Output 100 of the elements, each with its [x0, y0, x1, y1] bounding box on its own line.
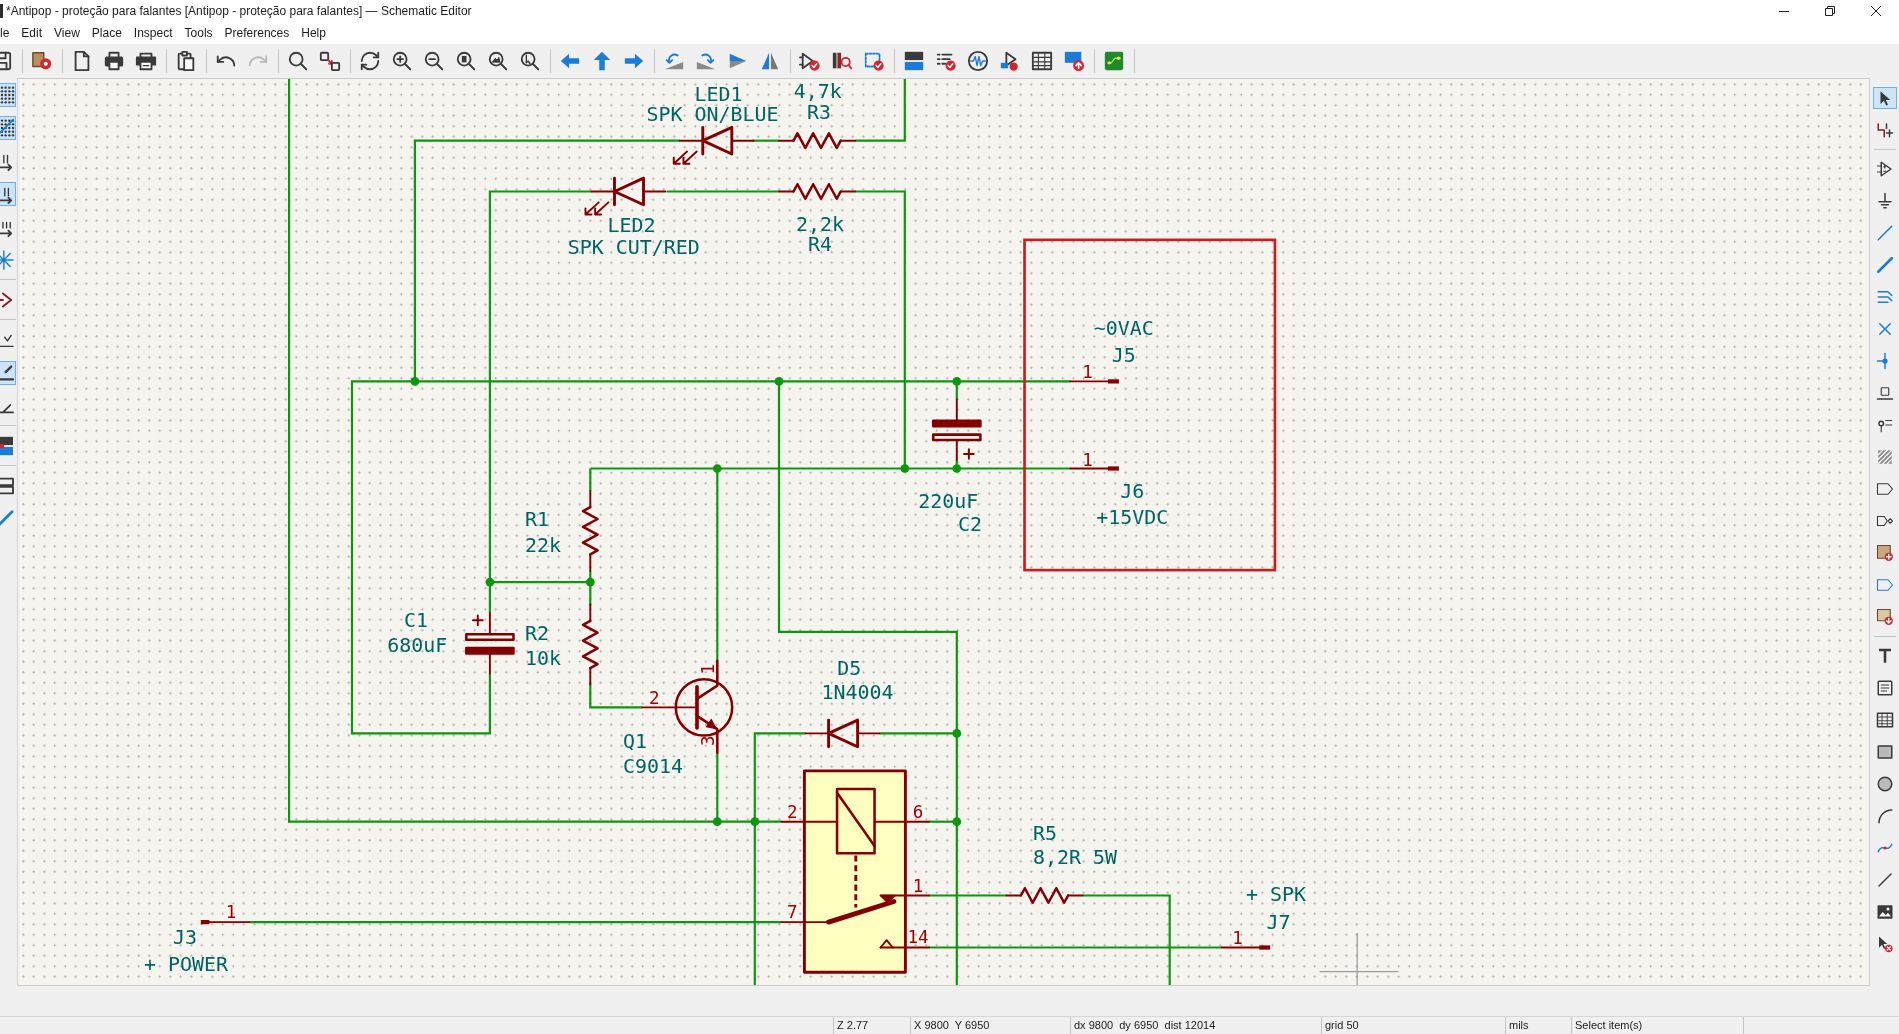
- value-label: 2,2k: [796, 212, 845, 237]
- save-icon[interactable]: [0, 50, 13, 72]
- menu-item[interactable]: Inspect: [127, 24, 179, 42]
- pin-number: 1: [1082, 361, 1093, 382]
- refresh-icon[interactable]: [359, 50, 381, 72]
- chip-check-icon[interactable]: [863, 50, 885, 72]
- pin-number: 1: [912, 875, 924, 896]
- pin-number: 14: [907, 926, 929, 947]
- status-text: X 9800 Y 6950: [914, 1018, 990, 1034]
- reference-label: J5: [1111, 342, 1136, 367]
- value-label: SPK CUT/RED: [567, 235, 700, 260]
- junction-icon: [774, 377, 784, 386]
- zoom-objects-icon[interactable]: [487, 50, 509, 72]
- value-label: + POWER: [143, 952, 228, 977]
- line-mode-icon[interactable]: [0, 360, 16, 385]
- junction-icon: [750, 817, 760, 827]
- reference-label: R2: [524, 621, 549, 645]
- plotter-icon[interactable]: [135, 50, 157, 72]
- amplifier-check-icon[interactable]: [799, 50, 821, 72]
- connector-pin: [1069, 466, 1119, 471]
- restore-icon[interactable]: [1825, 6, 1835, 16]
- value-label: +15VDC: [1096, 504, 1169, 529]
- junction-icon: [952, 377, 962, 386]
- component-gear-icon[interactable]: [31, 50, 53, 72]
- table-icon[interactable]: [1031, 50, 1053, 72]
- status-text: Z 2.77: [837, 1018, 869, 1034]
- value-label: 680uF: [387, 633, 448, 658]
- window-title: *Antipop - proteção para falantes [Antipop - proteção para falantes] — Schematic Editor: [6, 3, 472, 20]
- menu-item[interactable]: le: [0, 24, 16, 42]
- search-icon[interactable]: [287, 50, 309, 72]
- zoom-out-icon[interactable]: [423, 50, 445, 72]
- pin-number: 1: [225, 902, 237, 923]
- pin-number: 1: [697, 664, 718, 675]
- capacitor-symbol: [465, 612, 515, 675]
- pin-number: 6: [912, 802, 924, 823]
- junction-icon: [712, 817, 722, 827]
- amplifier-link-icon[interactable]: [999, 50, 1021, 72]
- value-label: 4,7k: [793, 79, 842, 104]
- menu-item[interactable]: Preferences: [218, 24, 296, 42]
- pin-number: 2: [787, 802, 798, 823]
- pin-number: 1: [1232, 927, 1243, 948]
- menu-item[interactable]: Tools: [178, 24, 219, 42]
- close-icon[interactable]: [1871, 6, 1881, 16]
- wire: [855, 79, 906, 142]
- pin-number: 1: [1082, 450, 1093, 471]
- value-label: + SPK: [1245, 882, 1306, 907]
- annotate-icon[interactable]: [903, 50, 925, 72]
- connector-pin: [1069, 379, 1119, 384]
- status-text: dx 9800 dy 6950 dist 12014: [1074, 1018, 1216, 1034]
- reference-label: D5: [837, 656, 862, 681]
- junction-icon: [410, 377, 420, 386]
- circuit-board-icon[interactable]: [1103, 50, 1125, 72]
- reference-label: J3: [173, 924, 198, 949]
- reference-label: J6: [1120, 479, 1145, 504]
- grid-line-icon[interactable]: [0, 115, 16, 140]
- menu-item[interactable]: Place: [85, 24, 128, 42]
- junction-icon: [952, 729, 962, 738]
- value-label: 1N4004: [821, 680, 894, 705]
- app-icon: [0, 4, 3, 18]
- clipboard-icon[interactable]: [175, 50, 197, 72]
- crosshair-cursor-icon: [1319, 932, 1399, 985]
- up-arrow-icon[interactable]: [591, 50, 613, 72]
- reference-label: R1: [524, 507, 549, 532]
- value-label: 8,2R 5W: [1033, 844, 1118, 869]
- pin-number: 3: [697, 735, 718, 746]
- upload-icon[interactable]: [1063, 50, 1085, 72]
- status-text: Select item(s): [1575, 1018, 1643, 1034]
- pin-number: 7: [787, 902, 798, 923]
- junction-icon: [952, 464, 962, 473]
- replace-icon[interactable]: [319, 50, 341, 72]
- grid-icon[interactable]: [0, 82, 16, 107]
- menu-item[interactable]: View: [48, 24, 86, 42]
- capacitor-symbol: [931, 398, 982, 461]
- connector-pin: [200, 920, 251, 925]
- cursor-star-icon[interactable]: [0, 247, 16, 272]
- menu-item[interactable]: Edit: [15, 24, 49, 42]
- books-magnifier-icon[interactable]: [831, 50, 853, 72]
- reference-label: C1: [404, 607, 429, 632]
- value-label: ~0VAC: [1093, 316, 1154, 341]
- reference-label: C2: [958, 512, 983, 537]
- status-text: mils: [1509, 1018, 1529, 1034]
- waveform-icon[interactable]: [967, 50, 989, 72]
- printer-icon[interactable]: [103, 50, 125, 72]
- junction-icon: [952, 817, 962, 827]
- reference-label: J7: [1266, 910, 1291, 935]
- value-label: 220uF: [918, 489, 979, 514]
- status-text: grid 50: [1325, 1018, 1359, 1034]
- value-label: 10k: [524, 646, 561, 671]
- reference-label: Q1: [622, 728, 647, 753]
- reference-label: R5: [1033, 820, 1058, 845]
- connector-pin: [1220, 945, 1271, 950]
- junction-icon: [585, 577, 595, 587]
- menu-item[interactable]: Help: [295, 24, 332, 42]
- zoom-page-icon[interactable]: [455, 50, 477, 72]
- pointer-icon[interactable]: [1872, 87, 1897, 109]
- zoom-in-icon[interactable]: [391, 50, 413, 72]
- zoom-pointer-icon[interactable]: [519, 50, 541, 72]
- reference-label: LED2: [607, 213, 656, 238]
- junction-icon: [485, 577, 495, 587]
- value-label: C9014: [622, 754, 683, 779]
